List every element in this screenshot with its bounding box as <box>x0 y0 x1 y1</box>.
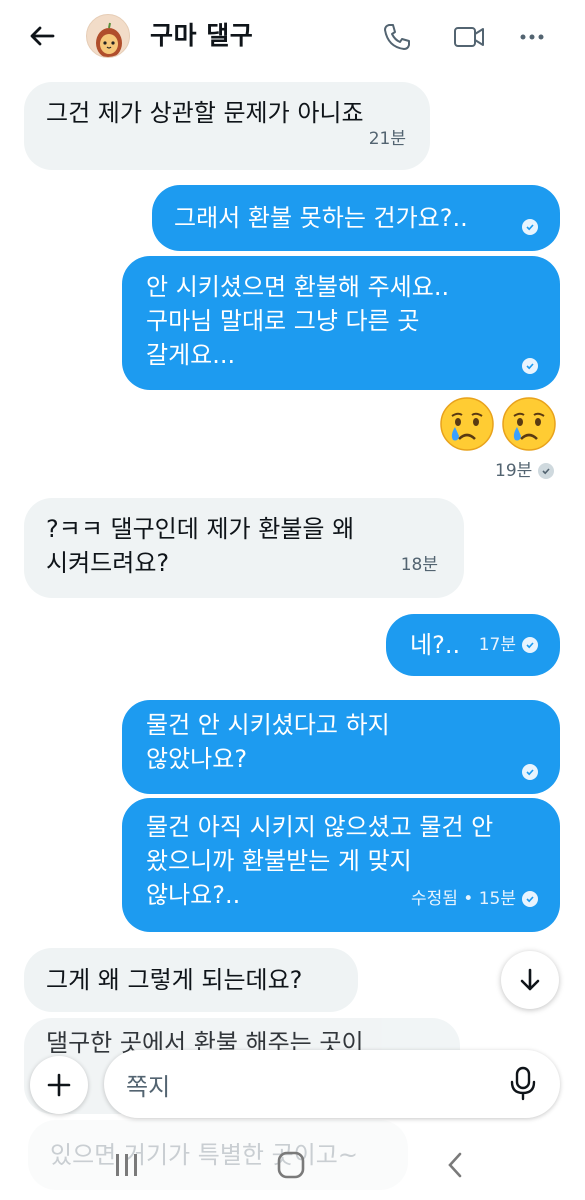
message-text: ?ㅋㅋ 댈구인데 제가 환불을 왜 시켜드려요? <box>46 515 355 577</box>
back-arrow-icon[interactable] <box>26 20 58 52</box>
message-incoming[interactable]: 그게 왜 그렇게 되는데요? <box>24 948 358 1012</box>
message-outgoing[interactable]: 그래서 환불 못하는 건가요?.. <box>152 185 560 251</box>
sent-check-icon <box>522 637 538 653</box>
message-status <box>522 764 538 780</box>
message-incoming[interactable]: ?ㅋㅋ 댈구인데 제가 환불을 왜 시켜드려요? 18분 <box>24 498 464 598</box>
message-status <box>522 358 538 374</box>
message-text: 물건 안 시키셨다고 하지 않았나요? <box>146 711 390 773</box>
message-input-placeholder: 쪽지 <box>126 1073 171 1101</box>
phone-icon[interactable] <box>380 20 414 54</box>
conversation-header: 구마 댈구 <box>0 0 585 76</box>
video-call-icon[interactable] <box>452 20 486 54</box>
scroll-to-bottom-button[interactable] <box>501 951 559 1009</box>
home-icon[interactable] <box>277 1151 305 1179</box>
plus-icon <box>47 1073 71 1097</box>
sent-check-icon <box>522 764 538 780</box>
more-icon[interactable] <box>515 20 549 54</box>
arrow-down-icon <box>520 968 540 991</box>
message-text: 그게 왜 그렇게 되는데요? <box>46 966 303 994</box>
message-time: 21분 <box>368 129 406 149</box>
message-text: 그래서 환불 못하는 건가요?.. <box>174 204 468 232</box>
message-incoming[interactable]: 그건 제가 상관할 문제가 아니죠 21분 <box>24 82 430 170</box>
sent-check-icon <box>537 463 554 479</box>
sent-check-icon <box>522 219 538 235</box>
avatar[interactable] <box>86 14 130 58</box>
sent-check-icon <box>522 891 538 907</box>
crying-face-icon <box>440 397 494 451</box>
message-outgoing[interactable]: 네?.. 17분 <box>386 614 560 676</box>
message-text: 그건 제가 상관할 문제가 아니죠 <box>46 99 364 127</box>
microphone-icon[interactable] <box>508 1066 538 1102</box>
nav-back-icon[interactable] <box>448 1152 462 1178</box>
message-text: 네?.. <box>410 631 461 659</box>
conversation-title: 구마 댈구 <box>150 21 254 50</box>
message-time: 19분 <box>495 456 554 481</box>
message-time: 18분 <box>400 555 438 575</box>
recent-apps-icon[interactable] <box>116 1154 137 1176</box>
message-status <box>522 219 538 235</box>
message-outgoing[interactable]: 안 시키셨으면 환불해 주세요.. 구마님 말대로 그냥 다른 곳 갈게요... <box>122 256 560 390</box>
message-emoji[interactable] <box>438 395 563 455</box>
message-status: 수정됨 • 15분 <box>411 882 538 916</box>
add-attachment-button[interactable] <box>30 1056 88 1114</box>
message-outgoing[interactable]: 물건 안 시키셨다고 하지 않았나요? <box>122 700 560 794</box>
system-navigation-bar <box>116 1151 462 1179</box>
message-input[interactable]: 쪽지 <box>104 1050 560 1118</box>
message-composer: 쪽지 <box>0 1040 585 1120</box>
message-text: 안 시키셨으면 환불해 주세요.. 구마님 말대로 그냥 다른 곳 갈게요... <box>146 273 450 369</box>
message-status: 17분 <box>479 628 538 662</box>
crying-face-icon <box>502 397 556 451</box>
sent-check-icon <box>522 358 538 374</box>
message-outgoing[interactable]: 물건 아직 시키지 않으셨고 물건 안 왔으니까 환불받는 게 맞지 않나요?.… <box>122 798 560 932</box>
